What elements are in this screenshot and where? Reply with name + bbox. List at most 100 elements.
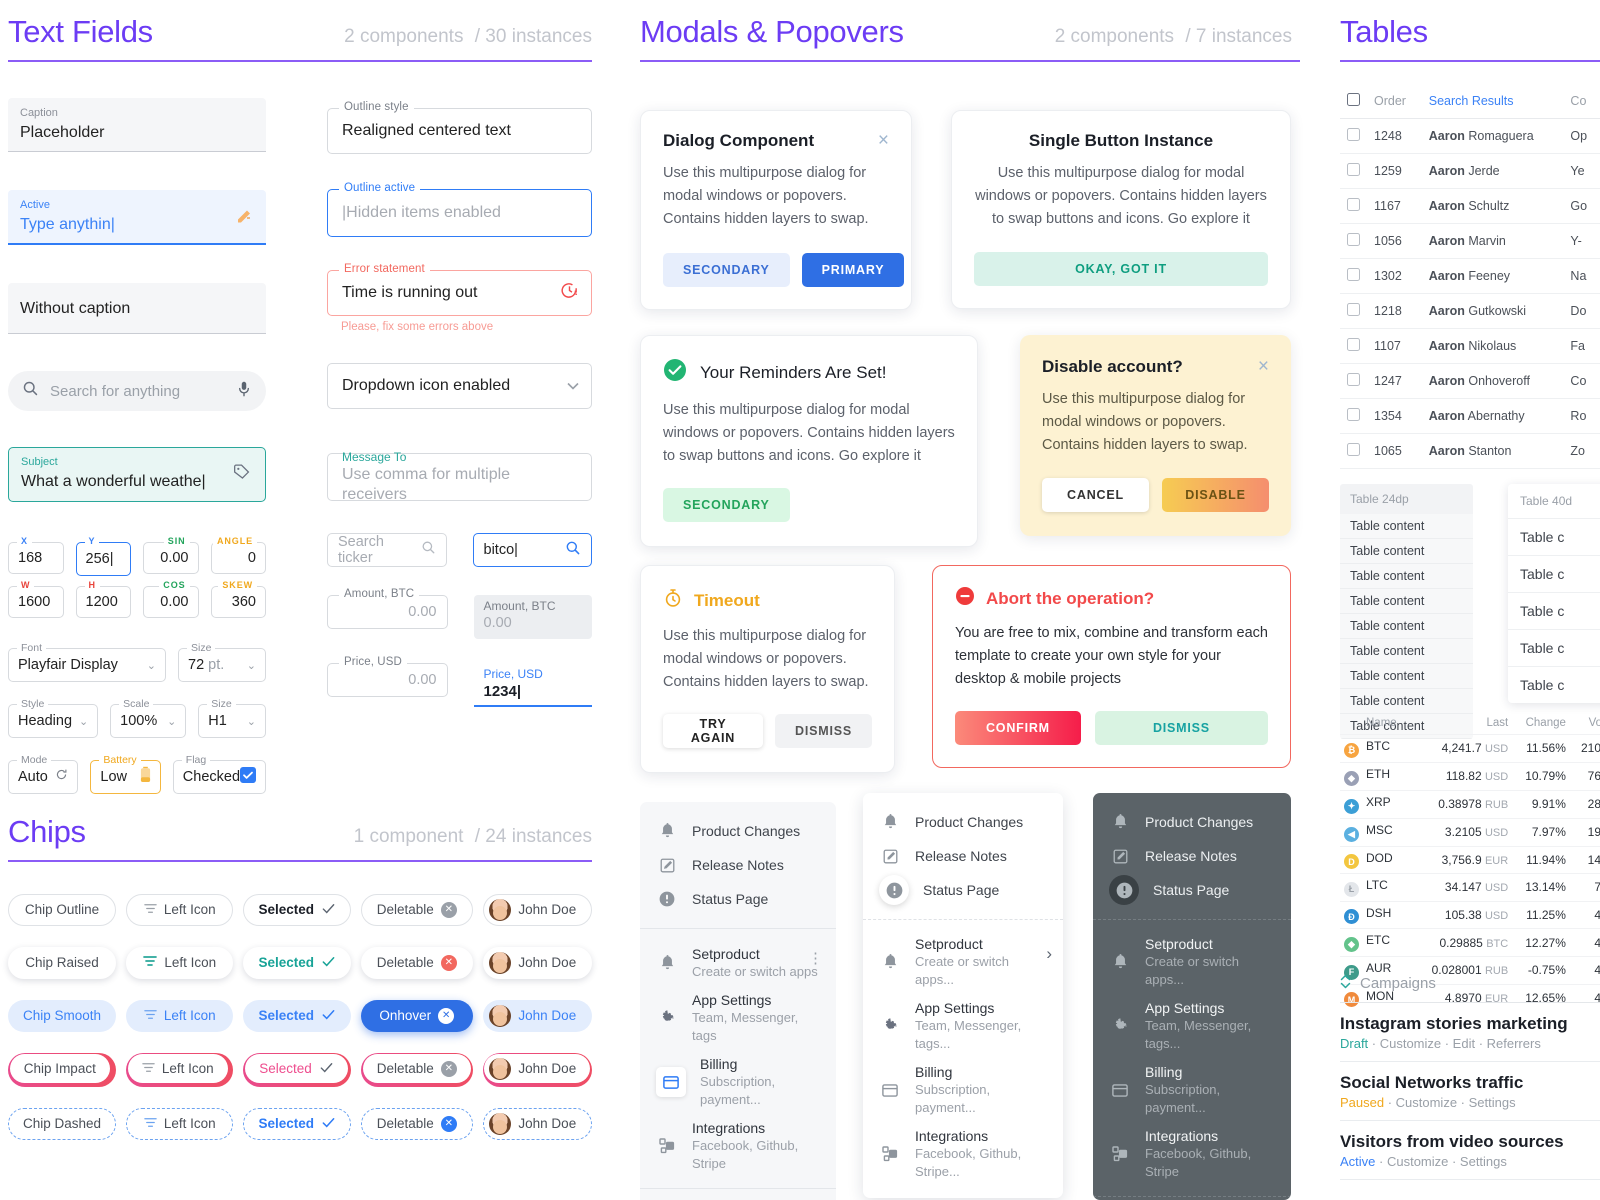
table-row[interactable]: 1107 Aaron Nikolaus Fa [1340, 328, 1600, 364]
chip-impact-deletable-wrapper[interactable]: Deletable ✕ [360, 1052, 473, 1087]
menu-item-billing[interactable]: Billing Subscription, payment... [863, 1058, 1063, 1122]
table-row[interactable]: Table c [1508, 555, 1600, 592]
menu-item-status-page[interactable]: Status Page [863, 873, 1063, 907]
table-row[interactable]: 1056 Aaron Marvin Y- [1340, 223, 1600, 259]
crypto-change-header[interactable]: Change [1512, 712, 1570, 735]
tag-icon[interactable] [231, 461, 253, 488]
chip-dashed-avatar[interactable]: John Doe [482, 1107, 592, 1140]
menu-item-setproduct[interactable]: Setproduct Create or switch apps... › [863, 930, 1063, 994]
search-results-header[interactable]: Search Results [1421, 83, 1564, 119]
error-statement-field[interactable]: Error statement Time is running out [327, 263, 592, 316]
abort-dismiss-button[interactable]: DISMISS [1094, 711, 1268, 745]
number-field-sin[interactable]: SIN 0.00 [143, 536, 199, 574]
chip-impact-deletable[interactable]: Deletable ✕ [362, 1054, 471, 1084]
select-all-header[interactable] [1340, 83, 1367, 119]
refresh-icon[interactable] [55, 768, 68, 786]
table-row[interactable]: 1247 Aaron Onhoveroff Co [1340, 363, 1600, 399]
price-usd-filled[interactable]: Price, USD 1234| [473, 663, 592, 707]
menu-item-status-page[interactable]: Status Page [1093, 873, 1291, 907]
chip-outline[interactable]: Chip Outline [8, 893, 117, 926]
dialog-primary-button[interactable]: PRIMARY [801, 253, 905, 287]
chip-onhover[interactable]: Onhover ✕ [360, 999, 473, 1032]
table-row[interactable]: 1065 Aaron Stanton Zo [1340, 433, 1600, 469]
table-row[interactable]: Table c [1508, 629, 1600, 666]
mode-select[interactable]: Mode Auto [8, 754, 79, 794]
chip-impact-left-icon-wrapper[interactable]: Left Icon [126, 1052, 234, 1087]
menu-item-product-changes[interactable]: Product Changes [1093, 805, 1291, 839]
chip-smooth-selected[interactable]: Selected [243, 999, 351, 1032]
chip-raised-avatar[interactable]: John Doe [482, 946, 592, 979]
search-input[interactable]: Search for anything [8, 371, 266, 411]
menu-item-release-notes[interactable]: Release Notes [640, 848, 836, 882]
search-icon[interactable] [565, 540, 581, 561]
size-select[interactable]: Size 72 pt. ⌄ [178, 642, 266, 682]
crypto-row[interactable]: D DOD 3,756.9 EUR11.94%14,1 [1340, 845, 1600, 874]
menu-item-integrations[interactable]: Integrations Facebook, Github, Stripe [640, 1114, 836, 1178]
menu-item-app-settings[interactable]: App Settings Team, Messenger, tags... [1093, 994, 1291, 1058]
close-icon[interactable]: ✕ [438, 1007, 455, 1024]
heading-size-select[interactable]: Size H1 ⌄ [198, 698, 266, 738]
without-caption-field[interactable]: Without caption [8, 283, 266, 334]
chip-impact-selected[interactable]: Selected [245, 1054, 348, 1084]
table-row[interactable]: Table c [1508, 666, 1600, 703]
table-row[interactable]: 1259 Aaron Jerde Ye [1340, 153, 1600, 189]
style-select[interactable]: Style Heading ⌄ [8, 698, 99, 738]
active-field[interactable]: Active Type anythin| [8, 190, 266, 245]
chip-impact-left-icon[interactable]: Left Icon [127, 1054, 228, 1084]
crypto-row[interactable]: Ð DSH 105.38 USD11.25%4,4 [1340, 900, 1600, 929]
amount-btc-outlined[interactable]: Amount, BTC 0.00 [327, 588, 448, 629]
checkbox-icon[interactable] [1347, 442, 1360, 456]
crypto-volume-header[interactable]: Volu [1570, 712, 1600, 735]
chip-dashed-selected[interactable]: Selected [243, 1107, 351, 1140]
menu-item-integrations[interactable]: Integrations Facebook, Github, Stripe [1093, 1122, 1291, 1186]
menu-item-app-settings[interactable]: App Settings Team, Messenger, tags [640, 986, 836, 1050]
ticker-filled-input[interactable]: bitco| [472, 533, 592, 567]
chip-dashed-left-icon[interactable]: Left Icon [126, 1107, 234, 1140]
close-icon[interactable]: × [1258, 357, 1269, 376]
menu-item-product-changes[interactable]: Product Changes [640, 814, 836, 848]
chip-outline-avatar[interactable]: John Doe [482, 893, 592, 926]
menu-item-release-notes[interactable]: Release Notes [1093, 839, 1291, 873]
table-row[interactable]: Table content [1340, 539, 1473, 564]
menu-item-setproduct[interactable]: Setproduct Create or switch apps ⋮ [640, 939, 836, 986]
table-row[interactable]: 1248 Aaron Romaguera Op [1340, 118, 1600, 154]
number-field-y[interactable]: Y 256| [75, 536, 131, 576]
campaign-row[interactable]: Visitors from video sources Active · Cus… [1340, 1121, 1600, 1180]
table-row[interactable]: Table c [1508, 592, 1600, 629]
disable-confirm-button[interactable]: DISABLE [1162, 478, 1269, 512]
chip-impact-selected-wrapper[interactable]: Selected [243, 1052, 351, 1087]
checkbox-icon[interactable] [1347, 372, 1360, 386]
menu-item-product-changes[interactable]: Product Changes [863, 805, 1063, 839]
number-field-skew[interactable]: SKEW 360 [210, 580, 266, 618]
reminders-secondary-button[interactable]: SECONDARY [663, 488, 790, 522]
checkbox-icon[interactable] [1347, 407, 1360, 421]
close-icon[interactable]: ✕ [440, 901, 457, 918]
crypto-row[interactable]: ◀ MSC 3.2105 USD7.97%19,6 [1340, 817, 1600, 846]
crypto-last-header[interactable]: Last [1412, 712, 1512, 735]
abort-confirm-button[interactable]: CONFIRM [955, 711, 1081, 745]
chevron-down-icon[interactable] [567, 377, 579, 395]
table-row[interactable]: Table content [1340, 514, 1473, 539]
checkbox-icon[interactable] [1347, 232, 1360, 246]
close-icon[interactable]: ✕ [440, 954, 457, 971]
font-select[interactable]: Font Playfair Display ⌄ [8, 642, 166, 682]
table-row[interactable]: 1167 Aaron Schultz Go [1340, 188, 1600, 224]
price-usd-outlined[interactable]: Price, USD 0.00 [327, 656, 448, 697]
scale-select[interactable]: Scale 100% ⌄ [110, 698, 187, 738]
table-row[interactable]: 1218 Aaron Gutkowski Do [1340, 293, 1600, 329]
chip-raised-selected[interactable]: Selected [243, 946, 351, 979]
menu-item-billing[interactable]: Billing Subscription, payment... [640, 1050, 836, 1114]
menu-item-integrations[interactable]: Integrations Facebook, Github, Stripe... [863, 1122, 1063, 1186]
chip-smooth[interactable]: Chip Smooth [8, 999, 117, 1032]
number-field-w[interactable]: W 1600 [8, 580, 64, 618]
flag-select[interactable]: Flag Checked [172, 754, 267, 794]
crypto-row[interactable]: ₿ BTC 4,241.7 USD11.56%210,1 [1340, 734, 1600, 762]
chip-impact-wrapper[interactable]: Chip Impact [8, 1052, 117, 1087]
timeout-dismiss-button[interactable]: DISMISS [775, 714, 872, 748]
okay-got-it-button[interactable]: OKAY, GOT IT [974, 252, 1268, 286]
menu-item-setproduct[interactable]: Setproduct Create or switch apps... [1093, 930, 1291, 994]
dropdown-field[interactable]: Dropdown icon enabled [327, 363, 592, 409]
chip-impact[interactable]: Chip Impact [9, 1054, 110, 1084]
checkbox-icon[interactable] [1347, 197, 1360, 211]
table-row[interactable]: Table c [1508, 518, 1600, 555]
